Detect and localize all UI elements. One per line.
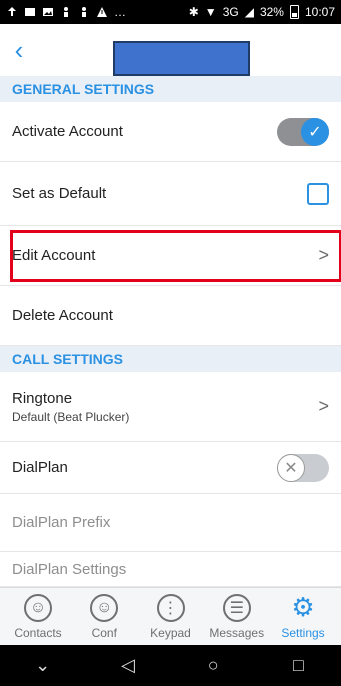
- nav-messages-label: Messages: [209, 625, 265, 640]
- status-right-area: ✱ ▼ 3G ◢ 32% 10:07: [189, 5, 341, 19]
- network-type: 3G: [222, 5, 239, 19]
- bottom-navigation: ☺ Contacts ☺ Conf ⋮ Keypad ☰ Messages ⚙ …: [0, 587, 341, 645]
- wifi-icon: ▼: [204, 5, 217, 19]
- nav-keypad-label: Keypad: [150, 625, 191, 640]
- nav-settings-label: Settings: [281, 625, 325, 640]
- recents-square-icon[interactable]: □: [284, 652, 312, 680]
- x-icon: ✕: [277, 453, 305, 482]
- back-button[interactable]: ‹: [6, 37, 32, 63]
- more-icon: …: [114, 5, 126, 19]
- chevron-right-icon-ringtone: >: [318, 396, 329, 416]
- back-triangle-icon[interactable]: ◁: [114, 652, 142, 680]
- dialplan-prefix-label: DialPlan Prefix: [12, 514, 111, 531]
- keypad-icon: ⋮: [156, 593, 185, 622]
- gear-icon: ⚙: [291, 592, 315, 622]
- collapse-icon[interactable]: ⌄: [29, 652, 57, 680]
- signal-icon: ◢: [244, 5, 254, 19]
- ringtone-text-block: Ringtone Default (Beat Plucker): [12, 390, 129, 424]
- person-icon-2: [78, 6, 90, 18]
- section-header-call: CALL SETTINGS: [0, 346, 341, 372]
- top-app-bar: ‹: [0, 24, 341, 76]
- ringtone-label: Ringtone: [12, 389, 73, 407]
- status-bar: … ✱ ▼ 3G ◢ 32% 10:07: [0, 0, 341, 24]
- nav-conf-label: Conf: [91, 625, 117, 640]
- home-circle-icon[interactable]: ○: [199, 652, 227, 680]
- row-activate-account[interactable]: Activate Account ✓: [0, 102, 341, 162]
- chevron-left-icon: ‹: [14, 35, 24, 65]
- nav-contacts[interactable]: ☺ Contacts: [6, 593, 70, 640]
- edit-account-highlight-box: [10, 230, 341, 282]
- ringtone-chevron: >: [318, 396, 329, 417]
- row-set-default[interactable]: Set as Default: [0, 162, 341, 226]
- nav-messages[interactable]: ☰ Messages: [205, 593, 269, 640]
- notification-icon: [24, 6, 36, 18]
- activate-account-label: Activate Account: [12, 123, 123, 140]
- battery-percent: 32%: [259, 5, 284, 19]
- set-default-checkbox[interactable]: [307, 182, 329, 205]
- activate-account-control: ✓: [277, 117, 329, 146]
- nav-keypad[interactable]: ⋮ Keypad: [139, 593, 203, 640]
- set-default-control: [307, 182, 329, 205]
- row-ringtone[interactable]: Ringtone Default (Beat Plucker) >: [0, 372, 341, 442]
- check-icon: ✓: [301, 117, 329, 146]
- activate-account-toggle[interactable]: ✓: [277, 117, 329, 146]
- ringtone-value: Default (Beat Plucker): [12, 409, 130, 424]
- messages-icon: ☰: [222, 593, 251, 622]
- bluetooth-icon: ✱: [188, 5, 199, 19]
- row-dialplan-prefix: DialPlan Prefix: [0, 494, 341, 552]
- clock: 10:07: [304, 5, 335, 19]
- dialplan-label: DialPlan: [12, 459, 68, 476]
- row-dialplan-settings: DialPlan Settings: [0, 552, 341, 587]
- status-left-icons: …: [0, 5, 126, 19]
- row-dialplan[interactable]: DialPlan ✕: [0, 442, 341, 494]
- conference-icon: ☺: [90, 593, 119, 622]
- delete-account-label: Delete Account: [12, 307, 113, 324]
- set-default-label: Set as Default: [12, 185, 107, 202]
- redacted-title: [113, 41, 250, 76]
- battery-icon: [289, 5, 299, 19]
- nav-conf[interactable]: ☺ Conf: [72, 593, 136, 640]
- contacts-icon: ☺: [24, 593, 52, 622]
- person-icon: [60, 6, 72, 18]
- image-icon: [42, 6, 54, 18]
- warning-icon: [96, 6, 108, 18]
- dialplan-toggle[interactable]: ✕: [277, 453, 329, 482]
- nav-settings[interactable]: ⚙ Settings: [271, 592, 335, 640]
- row-delete-account[interactable]: Delete Account: [0, 286, 341, 346]
- section-title-call: CALL SETTINGS: [12, 351, 123, 367]
- dialplan-control: ✕: [277, 453, 329, 482]
- nav-contacts-label: Contacts: [14, 625, 62, 640]
- upload-icon: [6, 6, 18, 18]
- section-header-general: GENERAL SETTINGS: [0, 76, 341, 102]
- dialplan-settings-label: DialPlan Settings: [12, 560, 127, 578]
- section-title-general: GENERAL SETTINGS: [12, 81, 155, 97]
- system-navigation-bar: ⌄ ◁ ○ □: [0, 645, 341, 686]
